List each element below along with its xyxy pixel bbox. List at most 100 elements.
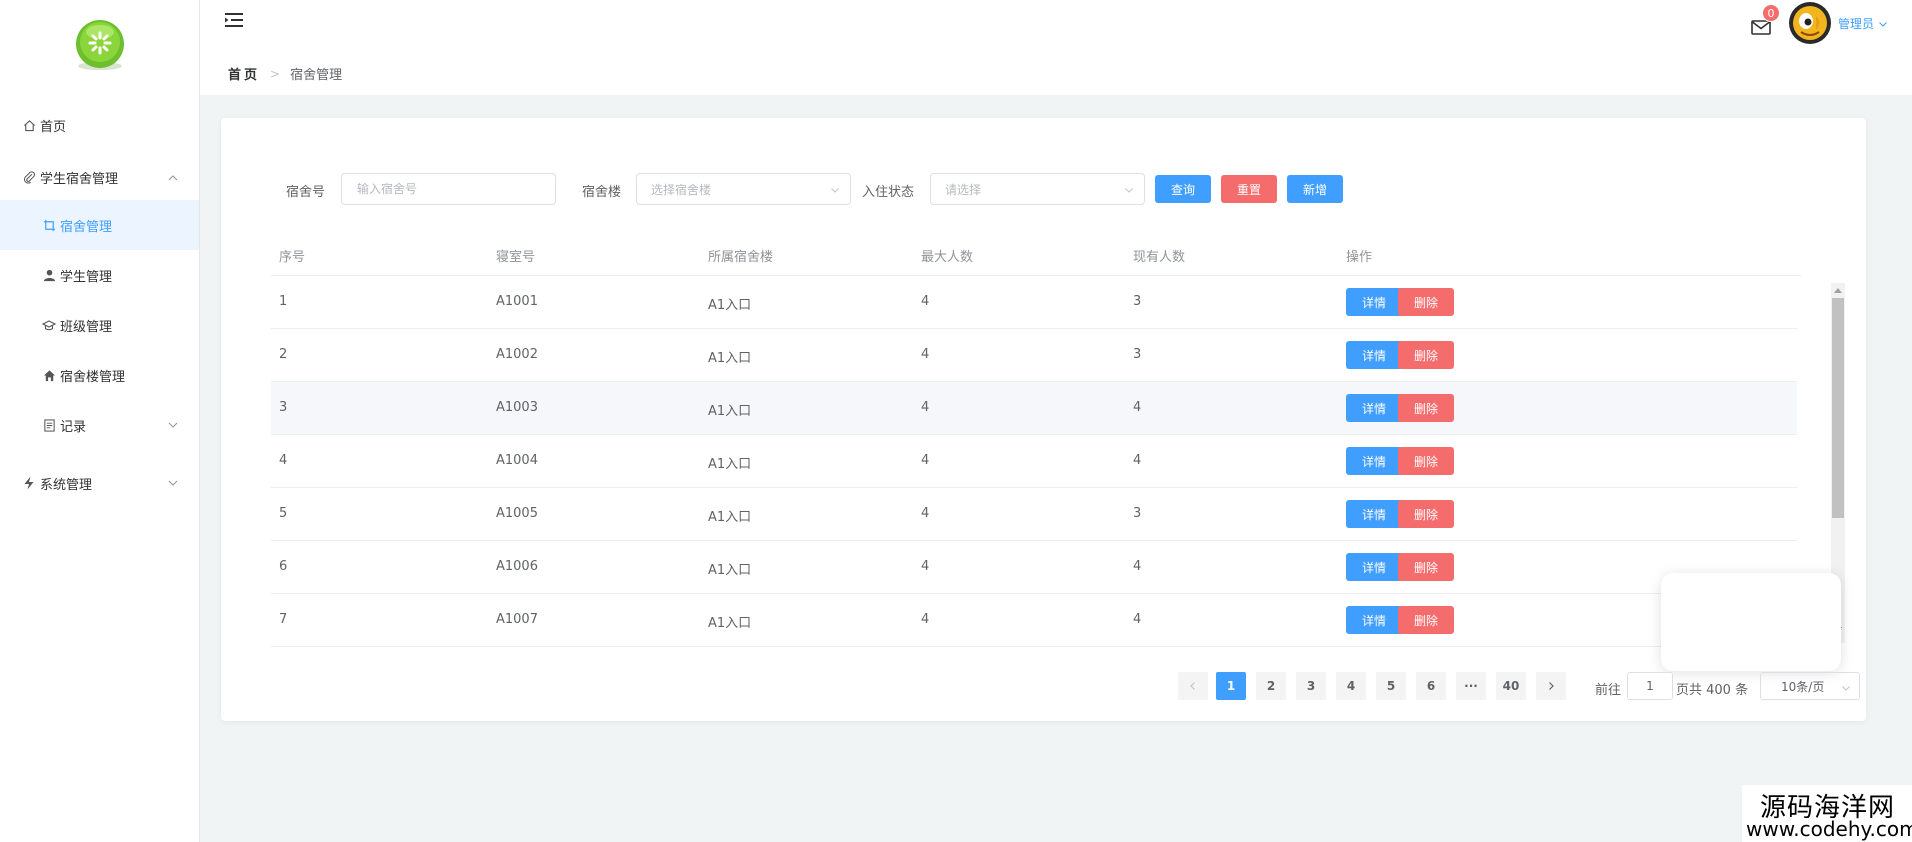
cell-building: A1入口	[708, 298, 752, 313]
cell-building: A1入口	[708, 351, 752, 366]
sidebar-item-label: 首页	[40, 119, 67, 135]
status-select[interactable]: 请选择	[930, 173, 1145, 205]
filter-bar: 宿舍号 宿舍楼 选择宿舍楼 入住状态 请选择 查询 重置 新增	[221, 173, 1866, 205]
chevron-right-icon	[1549, 682, 1554, 690]
sidebar-item-system[interactable]: 系统管理	[0, 450, 199, 516]
crop-icon	[42, 218, 56, 232]
chevron-down-icon	[1842, 686, 1850, 691]
sidebar-item-label: 宿舍楼管理	[60, 369, 126, 385]
column-header: 现有人数	[1133, 250, 1186, 265]
page-button[interactable]: 4	[1336, 672, 1366, 700]
home-icon	[22, 118, 36, 132]
table-row: 4 A1004 A1入口 4 4 详情 删除	[271, 435, 1797, 488]
table-row: 6 A1006 A1入口 4 4 详情 删除	[271, 541, 1797, 594]
page-size-select[interactable]: 10条/页	[1760, 672, 1860, 700]
delete-button[interactable]: 删除	[1398, 606, 1454, 634]
user-icon	[42, 268, 56, 282]
prev-page-button[interactable]	[1178, 672, 1208, 700]
detail-button[interactable]: 详情	[1346, 394, 1402, 422]
cell-index: 4	[279, 453, 288, 468]
scroll-up-icon[interactable]	[1833, 286, 1843, 294]
user-menu[interactable]: 管理员	[1838, 15, 1888, 32]
column-header: 寝室号	[496, 250, 536, 265]
lightning-icon	[22, 476, 36, 490]
delete-button[interactable]: 删除	[1398, 447, 1454, 475]
graduation-cap-icon	[42, 318, 56, 332]
status-select-placeholder: 请选择	[945, 182, 982, 197]
cell-room: A1007	[496, 612, 538, 627]
table-row: 1 A1001 A1入口 4 3 详情 删除	[271, 276, 1797, 329]
delete-button[interactable]: 删除	[1398, 394, 1454, 422]
top-header: 首页 > 宿舍管理 0 管理员	[200, 0, 1912, 95]
scrollbar-thumb[interactable]	[1832, 298, 1844, 518]
chevron-down-icon	[1879, 21, 1887, 27]
reset-button[interactable]: 重置	[1221, 175, 1277, 203]
sidebar-item-student-dorm[interactable]: 学生宿舍管理	[0, 155, 199, 200]
detail-button[interactable]: 详情	[1346, 500, 1402, 528]
chevron-down-icon	[168, 422, 178, 428]
query-button[interactable]: 查询	[1155, 175, 1211, 203]
sidebar-menu: 首页 学生宿舍管理 宿舍管理 学生管理 班级管理 宿舍楼管理 记录 系统管理	[0, 105, 199, 516]
page-button[interactable]: 1	[1216, 672, 1246, 700]
page-button[interactable]: 40	[1496, 672, 1526, 700]
cell-room: A1002	[496, 347, 538, 362]
cell-index: 2	[279, 347, 288, 362]
page-button[interactable]: 2	[1256, 672, 1286, 700]
detail-button[interactable]: 详情	[1346, 447, 1402, 475]
cell-current: 3	[1133, 506, 1142, 521]
cell-max: 4	[921, 506, 930, 521]
table-row: 2 A1002 A1入口 4 3 详情 删除	[271, 329, 1797, 382]
watermark: 源码海洋网 www.codehy.com	[1742, 785, 1912, 842]
page-button[interactable]: 3	[1296, 672, 1326, 700]
sidebar-item-records[interactable]: 记录	[0, 400, 199, 450]
page-size-value: 10条/页	[1781, 679, 1825, 694]
goto-page-input[interactable]	[1627, 672, 1673, 700]
cell-building: A1入口	[708, 457, 752, 472]
detail-button[interactable]: 详情	[1346, 606, 1402, 634]
delete-button[interactable]: 删除	[1398, 500, 1454, 528]
delete-button[interactable]: 删除	[1398, 553, 1454, 581]
more-pages-button[interactable]: ···	[1456, 672, 1486, 700]
cell-room: A1004	[496, 453, 538, 468]
detail-button[interactable]: 详情	[1346, 553, 1402, 581]
add-button[interactable]: 新增	[1287, 175, 1343, 203]
delete-button[interactable]: 删除	[1398, 288, 1454, 316]
avatar[interactable]	[1789, 2, 1831, 44]
column-header: 所属宿舍楼	[708, 250, 774, 265]
detail-button[interactable]: 详情	[1346, 288, 1402, 316]
username: 管理员	[1838, 17, 1875, 31]
content-card: 宿舍号 宿舍楼 选择宿舍楼 入住状态 请选择 查询 重置 新增 序号 寝室号 所…	[221, 118, 1866, 721]
next-page-button[interactable]	[1536, 672, 1566, 700]
house-icon	[42, 368, 56, 382]
table-row: 5 A1005 A1入口 4 3 详情 删除	[271, 488, 1797, 541]
total-text: 页共 400 条	[1676, 683, 1749, 698]
detail-button[interactable]: 详情	[1346, 341, 1402, 369]
cell-building: A1入口	[708, 510, 752, 525]
dorm-no-input[interactable]	[341, 173, 556, 205]
page-button[interactable]: 6	[1416, 672, 1446, 700]
sidebar-item-buildings[interactable]: 宿舍楼管理	[0, 350, 199, 400]
cell-max: 4	[921, 294, 930, 309]
building-label: 宿舍楼	[582, 185, 622, 200]
column-header: 最大人数	[921, 250, 974, 265]
delete-button[interactable]: 删除	[1398, 341, 1454, 369]
sidebar-item-home[interactable]: 首页	[0, 105, 199, 145]
sidebar-item-classes[interactable]: 班级管理	[0, 300, 199, 350]
sidebar-item-dorm[interactable]: 宿舍管理	[0, 200, 199, 250]
sidebar-item-label: 宿舍管理	[60, 219, 113, 235]
sidebar-item-label: 班级管理	[60, 319, 113, 335]
paperclip-icon	[22, 171, 36, 185]
sidebar-item-label: 学生宿舍管理	[40, 172, 119, 187]
cell-building: A1入口	[708, 616, 752, 631]
chevron-up-icon	[168, 174, 178, 180]
collapse-menu-icon[interactable]	[224, 10, 244, 30]
cell-index: 7	[279, 612, 288, 627]
page-button[interactable]: 5	[1376, 672, 1406, 700]
sidebar-item-students[interactable]: 学生管理	[0, 250, 199, 300]
building-select[interactable]: 选择宿舍楼	[636, 173, 851, 205]
breadcrumb-home[interactable]: 首页	[228, 64, 260, 83]
cell-room: A1005	[496, 506, 538, 521]
cell-current: 4	[1133, 400, 1142, 415]
cell-index: 5	[279, 506, 288, 521]
cell-max: 4	[921, 400, 930, 415]
